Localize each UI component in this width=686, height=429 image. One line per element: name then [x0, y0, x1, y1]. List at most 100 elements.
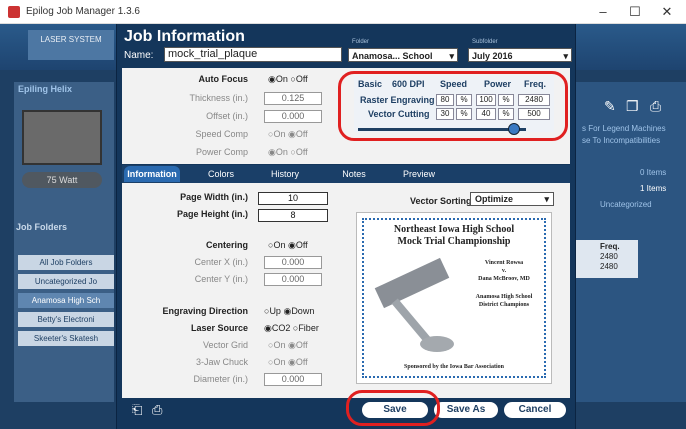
- radio-off-label[interactable]: Off: [296, 240, 308, 250]
- right-note: s For Legend Machines: [582, 124, 666, 133]
- autofocus-radios[interactable]: ◉On ○Off: [268, 74, 308, 85]
- window-titlebar: Epilog Job Manager 1.3.6 – ☐ ✕: [0, 0, 686, 24]
- vector-sorting-dropdown[interactable]: Optimize ▾: [470, 192, 554, 206]
- printer-icon[interactable]: ⎙: [650, 98, 661, 115]
- tab-history[interactable]: History: [258, 166, 312, 182]
- job-name-input[interactable]: mock_trial_plaque: [164, 47, 342, 62]
- center-y-label: Center Y (in.): [194, 274, 248, 284]
- page-height-input[interactable]: 8: [258, 209, 328, 222]
- radio-off-label[interactable]: Off: [296, 147, 308, 157]
- freq-value: 2480: [600, 262, 618, 271]
- radio-off-label[interactable]: Off: [296, 340, 308, 350]
- engraving-direction-radios[interactable]: ○Up ◉Down: [264, 306, 314, 317]
- powercomp-radios[interactable]: ◉On ○Off: [268, 147, 308, 158]
- cancel-button[interactable]: Cancel: [504, 402, 566, 418]
- page-width-input[interactable]: 10: [258, 192, 328, 205]
- center-y-input[interactable]: 0.000: [264, 273, 322, 286]
- window-title: Epilog Job Manager 1.3.6: [26, 6, 140, 17]
- items-count: 1 Items: [640, 184, 667, 193]
- right-note: se To Incompatibilities: [582, 136, 661, 145]
- folder-item[interactable]: Betty's Electroni: [18, 312, 114, 327]
- radio-up-label[interactable]: Up: [269, 306, 281, 316]
- highlight-ring-speed: [338, 71, 568, 141]
- radio-off-label[interactable]: Off: [296, 74, 308, 84]
- engraving-direction-label: Engraving Direction: [162, 306, 248, 316]
- preview-line1: Northeast Iowa High School: [393, 224, 515, 235]
- page-height-label: Page Height (in.): [176, 209, 248, 219]
- page-width-label: Page Width (in.): [180, 192, 248, 202]
- folder-item[interactable]: All Job Folders: [18, 255, 114, 270]
- preview-line2: Mock Trial Championship: [397, 236, 511, 247]
- radio-on-label[interactable]: On: [273, 129, 285, 139]
- radio-off-label[interactable]: Off: [296, 129, 308, 139]
- folder-dropdown[interactable]: Anamosa... School ▾: [348, 48, 458, 62]
- close-button[interactable]: ✕: [652, 2, 682, 22]
- radio-on-label[interactable]: On: [276, 147, 288, 157]
- chevron-down-icon: ▾: [544, 194, 549, 204]
- subfolder-label: Subfolder: [472, 39, 498, 45]
- autofocus-label: Auto Focus: [198, 74, 249, 84]
- folder-item[interactable]: Skeeter's Skatesh: [18, 331, 114, 346]
- folder-item[interactable]: Uncategorized Jo: [18, 274, 114, 289]
- gavel-base: [420, 336, 454, 352]
- tab-notes[interactable]: Notes: [330, 166, 378, 182]
- diameter-input[interactable]: 0.000: [264, 373, 322, 386]
- app-icon: [8, 6, 20, 18]
- powercomp-label: Power Comp: [195, 147, 248, 157]
- laser-machine-image: [22, 110, 102, 165]
- subfolder-dropdown[interactable]: July 2016 ▾: [468, 48, 572, 62]
- radio-on-label[interactable]: On: [273, 240, 285, 250]
- radio-off-label[interactable]: Off: [296, 357, 308, 367]
- tab-colors[interactable]: Colors: [196, 166, 246, 182]
- preview-school: Anamosa High School: [475, 294, 533, 300]
- preview-footer: Sponsored by the Iowa Bar Association: [404, 364, 504, 370]
- laser-source-radios[interactable]: ◉CO2 ○Fiber: [264, 323, 319, 334]
- radio-fiber-label[interactable]: Fiber: [298, 323, 319, 333]
- radio-on-label[interactable]: On: [276, 74, 288, 84]
- radio-co2-label[interactable]: CO2: [272, 323, 291, 333]
- preview-party1: Vincent Rowsa: [484, 260, 524, 266]
- offset-label: Offset (in.): [206, 111, 248, 121]
- folder-export-icon[interactable]: ⎗: [132, 402, 142, 418]
- freq-value: 2480: [600, 252, 618, 261]
- folder-item[interactable]: Anamosa High Sch: [18, 293, 114, 308]
- chevron-down-icon: ▾: [563, 51, 568, 61]
- offset-input[interactable]: 0.000: [264, 110, 322, 123]
- vector-grid-label: Vector Grid: [202, 340, 248, 350]
- radio-down-label[interactable]: Down: [291, 306, 314, 316]
- chuck-radios[interactable]: ○On ◉Off: [268, 357, 308, 368]
- preview-party2: Dana McBroov, MD: [478, 276, 530, 282]
- tab-preview[interactable]: Preview: [392, 166, 446, 182]
- centering-radios[interactable]: ○On ◉Off: [268, 240, 308, 251]
- name-label: Name:: [124, 50, 154, 61]
- laser-source-label: Laser Source: [190, 323, 248, 333]
- vector-sorting-label: Vector Sorting: [410, 196, 472, 206]
- diameter-label: Diameter (in.): [193, 374, 248, 384]
- printer-icon[interactable]: ⎙: [152, 402, 162, 418]
- speedcomp-radios[interactable]: ○On ◉Off: [268, 129, 308, 140]
- copy-icon[interactable]: ❐: [626, 98, 639, 115]
- speedcomp-label: Speed Comp: [195, 129, 248, 139]
- vector-grid-radios[interactable]: ○On ◉Off: [268, 340, 308, 351]
- freq-minitable: Freq. 2480 2480: [574, 240, 638, 278]
- job-folders-heading: Job Folders: [16, 222, 68, 232]
- center-x-input[interactable]: 0.000: [264, 256, 322, 269]
- freq-header: Freq.: [600, 242, 620, 251]
- preview-champions: District Champions: [478, 302, 530, 308]
- laser-system-tab[interactable]: LASER SYSTEM: [28, 30, 114, 60]
- save-as-button[interactable]: Save As: [434, 402, 498, 418]
- thickness-label: Thickness (in.): [189, 93, 248, 103]
- maximize-button[interactable]: ☐: [620, 2, 650, 22]
- highlight-ring-save: [346, 390, 440, 426]
- center-x-label: Center X (in.): [194, 257, 248, 267]
- thickness-input[interactable]: 0.125: [264, 92, 322, 105]
- minimize-button[interactable]: –: [588, 2, 618, 22]
- folder-label: Folder: [352, 39, 370, 45]
- radio-on-label[interactable]: On: [273, 357, 285, 367]
- tab-information[interactable]: Information: [124, 166, 180, 182]
- preview-v: v.: [501, 268, 507, 274]
- uncategorized-label: Uncategorized: [600, 200, 652, 209]
- chuck-label: 3-Jaw Chuck: [195, 357, 248, 367]
- radio-on-label[interactable]: On: [273, 340, 285, 350]
- edit-icon[interactable]: ✎: [604, 98, 616, 115]
